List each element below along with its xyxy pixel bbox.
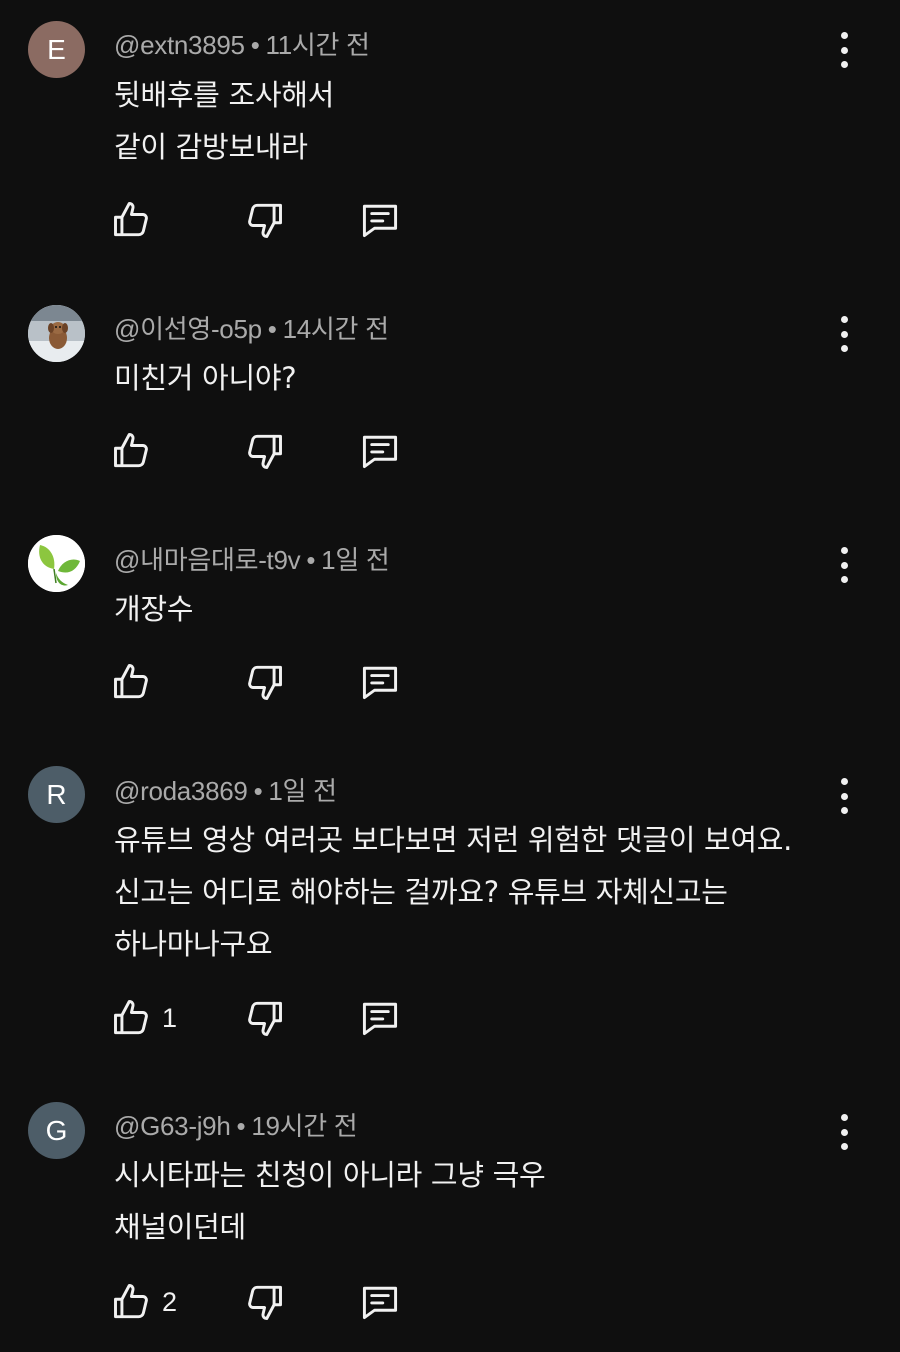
comment-text-line: 뒷배후를 조사해서 — [114, 78, 334, 112]
comment-text-line: 미친거 아니야? — [114, 361, 297, 395]
avatar-letter: R — [46, 778, 67, 810]
like-button[interactable]: 1 — [110, 996, 177, 1040]
avatar[interactable] — [28, 535, 85, 592]
dog-photo-avatar — [28, 305, 85, 362]
thumb-up-icon — [110, 198, 154, 242]
comment-meta: @G63-j9h • 19시간 전 — [114, 1106, 358, 1143]
comment-text-line: 유튜브 영상 여러곳 보다보면 저런 위험한 댓글이 보여요. — [114, 823, 793, 857]
separator-dot: • — [250, 30, 260, 60]
author-handle[interactable]: @roda3869 — [114, 776, 248, 806]
thumb-down-icon — [242, 1280, 286, 1324]
reply-comment-icon — [358, 1280, 402, 1324]
avatar[interactable]: R — [28, 766, 85, 823]
comment-text-line: 개장수 — [114, 592, 194, 626]
thumb-down-icon — [242, 198, 286, 242]
like-button[interactable] — [110, 429, 162, 473]
reply-comment-icon — [358, 996, 402, 1040]
reply-button[interactable] — [358, 996, 402, 1040]
thumb-down-icon — [242, 660, 286, 704]
like-count: 2 — [162, 1286, 178, 1317]
comment-meta: @extn3895 • 11시간 전 — [114, 25, 370, 62]
reply-comment-icon — [358, 660, 402, 704]
avatar-letter: G — [45, 1114, 68, 1146]
more-vert-icon[interactable] — [830, 778, 858, 814]
dislike-button[interactable] — [242, 1280, 286, 1324]
separator-dot: • — [267, 314, 277, 344]
reply-comment-icon — [358, 198, 402, 242]
leaf-photo-avatar — [28, 535, 85, 592]
dislike-button[interactable] — [242, 198, 286, 242]
more-vert-icon[interactable] — [830, 1114, 858, 1150]
dislike-button[interactable] — [242, 429, 286, 473]
comment-text-line: 하나마나구요 — [114, 927, 273, 961]
separator-dot: • — [236, 1111, 246, 1141]
like-button[interactable] — [110, 660, 162, 704]
comment-time[interactable]: 19시간 전 — [251, 1111, 357, 1141]
author-handle[interactable]: @extn3895 — [114, 30, 245, 60]
comment-meta: @내마음대로-t9v • 1일 전 — [114, 540, 390, 577]
author-handle[interactable]: @이선영-o5p — [114, 314, 262, 344]
more-vert-icon[interactable] — [830, 547, 858, 583]
comment-time[interactable]: 11시간 전 — [266, 30, 370, 60]
comment-time[interactable]: 1일 전 — [268, 776, 337, 806]
separator-dot: • — [306, 545, 316, 575]
reply-button[interactable] — [358, 429, 402, 473]
author-handle[interactable]: @G63-j9h — [114, 1111, 231, 1141]
comment-text-line: 신고는 어디로 해야하는 걸까요? 유튜브 자체신고는 — [114, 875, 728, 909]
like-button[interactable] — [110, 198, 162, 242]
reply-comment-icon — [358, 429, 402, 473]
like-count: 1 — [162, 1002, 178, 1033]
reply-button[interactable] — [358, 1280, 402, 1324]
avatar[interactable] — [28, 305, 85, 362]
dislike-button[interactable] — [242, 996, 286, 1040]
reply-button[interactable] — [358, 660, 402, 704]
comment-text-line: 같이 감방보내라 — [114, 130, 308, 164]
comment-meta: @이선영-o5p • 14시간 전 — [114, 309, 389, 346]
thumb-down-icon — [242, 429, 286, 473]
thumb-up-icon — [110, 996, 154, 1040]
more-vert-icon[interactable] — [830, 316, 858, 352]
comment-text-line: 시시타파는 친청이 아니라 그냥 극우 — [114, 1158, 546, 1192]
thumb-down-icon — [242, 996, 286, 1040]
thumb-up-icon — [110, 429, 154, 473]
comment-meta: @roda3869 • 1일 전 — [114, 771, 337, 808]
author-handle[interactable]: @내마음대로-t9v — [114, 545, 301, 575]
more-vert-icon[interactable] — [830, 32, 858, 68]
separator-dot: • — [253, 776, 263, 806]
thumb-up-icon — [110, 660, 154, 704]
comment-time[interactable]: 1일 전 — [321, 545, 390, 575]
like-button[interactable]: 2 — [110, 1280, 177, 1324]
avatar[interactable]: E — [28, 21, 85, 78]
thumb-up-icon — [110, 1280, 154, 1324]
reply-button[interactable] — [358, 198, 402, 242]
comment-text-line: 채널이던데 — [114, 1210, 246, 1244]
avatar[interactable]: G — [28, 1102, 85, 1159]
comment-time[interactable]: 14시간 전 — [283, 314, 389, 344]
avatar-letter: E — [47, 33, 66, 65]
dislike-button[interactable] — [242, 660, 286, 704]
